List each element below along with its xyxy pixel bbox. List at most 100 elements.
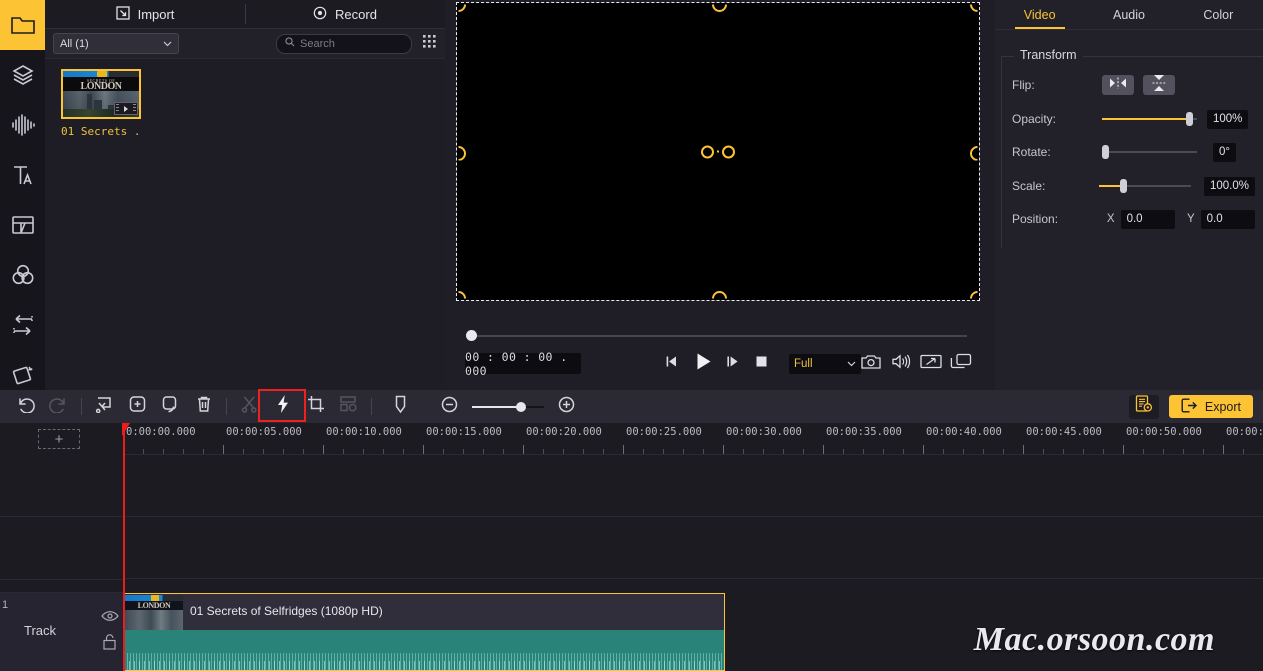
ruler-tick-major (923, 445, 924, 454)
marker-button[interactable] (384, 390, 417, 423)
timeline-clip[interactable]: LONDON 01 Secrets of Selfridges (1080p H… (123, 593, 725, 671)
color-circles-icon (10, 263, 36, 287)
scale-row: Scale: 100.0% (1002, 174, 1255, 198)
resize-handle-top[interactable] (712, 4, 727, 12)
resize-handle-top-right[interactable] (970, 4, 978, 12)
sidebar-item-color[interactable] (0, 250, 45, 300)
stop-button[interactable] (750, 353, 772, 374)
flip-horizontal-button[interactable] (1102, 75, 1134, 95)
delete-button[interactable] (187, 390, 220, 423)
add-track-button[interactable]: + (38, 429, 80, 449)
resize-handle-left[interactable] (458, 145, 466, 161)
ruler-tick-major (323, 445, 324, 454)
grid-view-icon[interactable] (422, 34, 437, 54)
ruler-tick-label: 00:00:05.000 (226, 426, 302, 438)
ruler-tick-major (623, 445, 624, 454)
next-frame-button[interactable] (721, 353, 743, 374)
sidebar-item-media[interactable] (0, 0, 45, 50)
copy-button[interactable] (154, 390, 187, 423)
detach-preview-button[interactable] (948, 353, 974, 374)
anchor-point-handle[interactable] (701, 145, 735, 158)
tab-record[interactable]: Record (245, 0, 445, 28)
sidebar-item-audio[interactable] (0, 100, 45, 150)
timeline-ruler[interactable]: 0:00:00.000 00:00:05.000 00:00:10.000 00:00… (123, 423, 1263, 454)
tab-color[interactable]: Color (1174, 0, 1263, 29)
resize-handle-bottom-left[interactable] (458, 291, 466, 299)
preview-scrubber[interactable] (445, 328, 995, 344)
opacity-label: Opacity: (1012, 112, 1057, 126)
pip-button[interactable] (332, 390, 365, 423)
sidebar-item-effects[interactable] (0, 50, 45, 100)
timeline-zoom-slider[interactable] (472, 397, 544, 417)
tab-audio-label: Audio (1113, 7, 1145, 22)
unlock-icon[interactable] (102, 633, 117, 655)
ruler-tick-major (823, 445, 824, 454)
position-x-value[interactable]: 0.0 (1120, 209, 1175, 229)
export-button[interactable]: Export (1168, 395, 1253, 418)
resize-handle-bottom-right[interactable] (970, 291, 978, 299)
resize-handle-right[interactable] (970, 145, 978, 161)
ruler-tick-label: 00:00:35.000 (826, 426, 902, 438)
crop-button[interactable] (299, 390, 332, 423)
tab-import[interactable]: Import (45, 0, 245, 28)
search-input[interactable]: Search (276, 33, 412, 54)
playhead[interactable] (122, 423, 130, 671)
opacity-slider[interactable] (1102, 109, 1197, 129)
track-header-1[interactable]: 1 Track (0, 592, 123, 671)
prev-frame-button[interactable] (660, 353, 682, 374)
scale-value[interactable]: 100.0% (1203, 176, 1255, 196)
elements-icon (10, 363, 36, 387)
snapshot-button[interactable] (858, 353, 884, 374)
media-item[interactable]: SECRETS OF LONDON 01 Secrets ... (61, 69, 141, 138)
tab-audio[interactable]: Audio (1084, 0, 1173, 29)
scrubber-thumb[interactable] (466, 330, 477, 341)
play-button[interactable] (690, 353, 716, 374)
rotate-label: Rotate: (1012, 145, 1051, 159)
empty-track-header-1 (0, 454, 123, 517)
sidebar-item-titles[interactable] (0, 150, 45, 200)
undo-button[interactable] (9, 390, 42, 423)
play-icon (694, 352, 713, 376)
ruler-tick-major (423, 445, 424, 454)
scale-slider[interactable] (1099, 176, 1191, 196)
split-clip-button[interactable] (88, 390, 121, 423)
resize-handle-top-left[interactable] (458, 4, 466, 12)
preview-timecode[interactable]: 00 : 00 : 00 . 000 (465, 350, 581, 378)
flip-horizontal-icon (1107, 76, 1129, 94)
render-preview-button[interactable] (1128, 394, 1159, 419)
add-button[interactable] (121, 390, 154, 423)
rotate-slider[interactable] (1102, 142, 1197, 162)
timeline-lane-empty-2[interactable] (123, 516, 1263, 579)
ruler-tick-label: 00:00:25.000 (626, 426, 702, 438)
split-screen-icon (10, 214, 36, 236)
redo-button[interactable] (42, 390, 75, 423)
clip-thumbnail: LONDON (125, 595, 183, 631)
eye-icon[interactable] (101, 609, 119, 627)
media-filter-select[interactable]: All (1) (53, 33, 179, 54)
cut-button[interactable] (233, 390, 266, 423)
scissors-icon (241, 395, 258, 418)
flip-vertical-button[interactable] (1143, 74, 1175, 95)
resize-handle-bottom[interactable] (712, 291, 727, 299)
opacity-value[interactable]: 100% (1207, 109, 1249, 129)
preview-quality-select[interactable]: Full (789, 354, 861, 374)
add-track-label: + (54, 430, 64, 448)
video-preview-stage[interactable] (456, 2, 980, 301)
zoom-out-button[interactable] (433, 390, 466, 423)
media-grid: SECRETS OF LONDON 01 Secrets ... (45, 59, 445, 138)
speaker-icon (891, 353, 911, 374)
tab-video[interactable]: Video (995, 0, 1084, 29)
fullscreen-button[interactable] (918, 353, 944, 374)
zoom-in-button[interactable] (550, 390, 583, 423)
chevron-down-icon (847, 358, 856, 370)
auto-enhance-button[interactable] (266, 390, 299, 423)
rotate-value[interactable]: 0° (1213, 142, 1236, 162)
sidebar-item-transitions[interactable] (0, 300, 45, 350)
transitions-icon (10, 313, 36, 337)
toolbar-separator (226, 398, 227, 415)
timeline-lane-empty-1[interactable] (123, 454, 1263, 517)
zoom-out-icon (441, 396, 458, 418)
volume-button[interactable] (888, 353, 914, 374)
position-y-value[interactable]: 0.0 (1200, 209, 1255, 229)
sidebar-item-split-screen[interactable] (0, 200, 45, 250)
